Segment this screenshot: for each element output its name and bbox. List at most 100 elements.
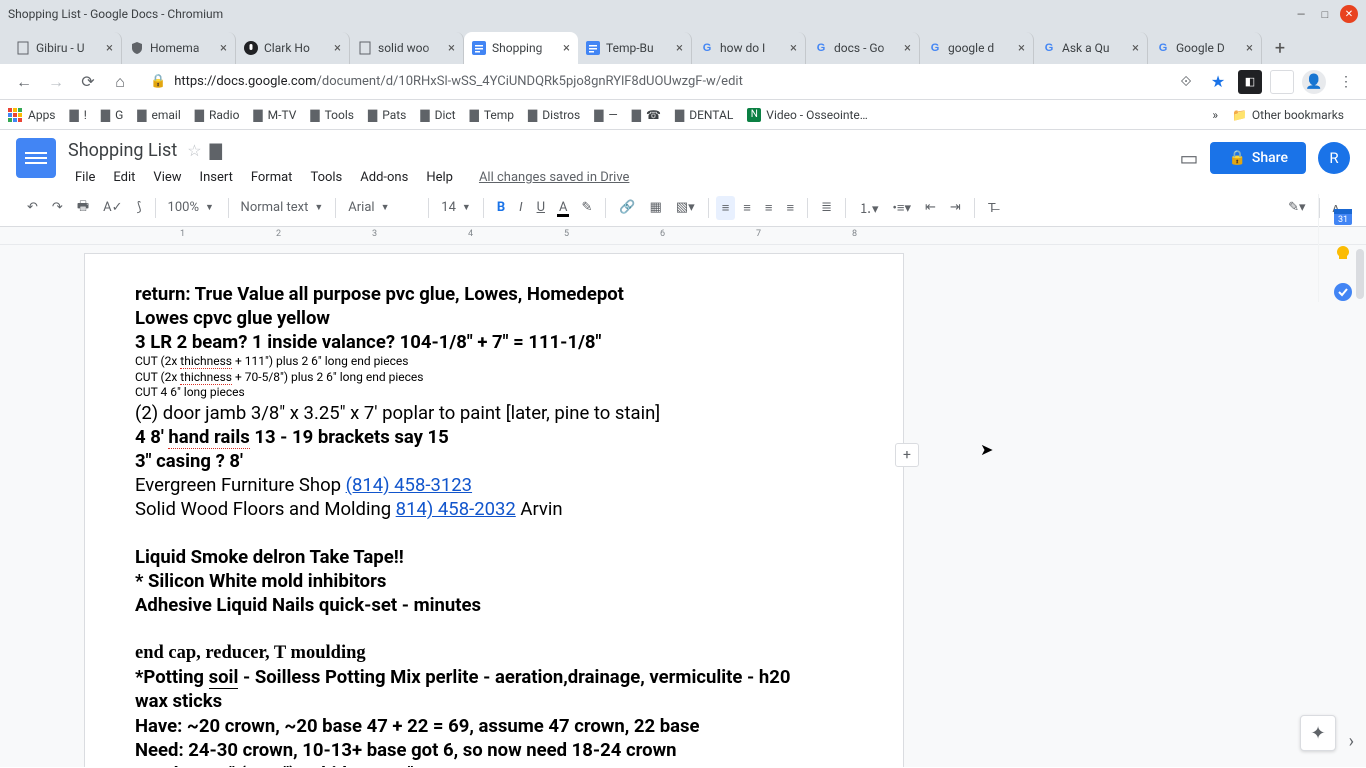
side-panel-collapse-icon[interactable]: › bbox=[1349, 731, 1354, 752]
tab-close-icon[interactable]: × bbox=[334, 41, 341, 56]
browser-tab[interactable]: Homema× bbox=[122, 32, 236, 64]
document-title[interactable]: Shopping List bbox=[68, 140, 177, 161]
profile-icon[interactable]: 👤 bbox=[1302, 70, 1326, 94]
keep-icon[interactable] bbox=[1333, 244, 1353, 264]
move-folder-icon[interactable]: ▇ bbox=[210, 141, 222, 160]
numbered-list-button[interactable]: ⒈▾ bbox=[853, 194, 885, 221]
home-button[interactable]: ⌂ bbox=[106, 68, 134, 96]
bookmark-item[interactable]: ▇Radio bbox=[195, 108, 240, 122]
redo-button[interactable]: ↷ bbox=[46, 196, 69, 219]
window-minimize-button[interactable]: — bbox=[1292, 5, 1310, 23]
save-status[interactable]: All changes saved in Drive bbox=[472, 166, 637, 189]
insert-comment-button[interactable]: ▦ bbox=[644, 196, 668, 219]
bookmark-item[interactable]: ▇Distros bbox=[528, 108, 580, 122]
menu-insert[interactable]: Insert bbox=[193, 166, 240, 189]
tab-close-icon[interactable]: × bbox=[448, 41, 455, 56]
bookmark-item[interactable]: ▇DENTAL bbox=[675, 108, 733, 122]
translate-icon[interactable]: ⟐ bbox=[1174, 70, 1198, 94]
calendar-icon[interactable]: 31 bbox=[1333, 206, 1353, 226]
align-justify-button[interactable]: ≡ bbox=[780, 196, 800, 220]
bookmark-item[interactable]: ▇— bbox=[594, 108, 618, 122]
menu-add-ons[interactable]: Add-ons bbox=[353, 166, 415, 189]
star-icon[interactable]: ☆ bbox=[187, 141, 201, 160]
docs-logo-icon[interactable] bbox=[16, 138, 56, 178]
browser-tab[interactable]: GAsk a Qu× bbox=[1034, 32, 1148, 64]
menu-view[interactable]: View bbox=[146, 166, 188, 189]
align-left-button[interactable]: ≡ bbox=[716, 196, 736, 220]
browser-tab[interactable]: Gibiru - U× bbox=[8, 32, 122, 64]
comments-icon[interactable]: ▭ bbox=[1180, 146, 1199, 170]
ruler[interactable]: 12345678 bbox=[0, 227, 1366, 245]
bookmark-video[interactable]: NVideo - Osseointe… bbox=[747, 108, 868, 122]
other-bookmarks[interactable]: 📁Other bookmarks bbox=[1232, 108, 1344, 122]
reload-button[interactable]: ⟳ bbox=[74, 68, 102, 96]
font-size-select[interactable]: 14▼ bbox=[435, 196, 477, 219]
bookmark-item[interactable]: ▇☎ bbox=[632, 108, 661, 122]
undo-button[interactable]: ↶ bbox=[21, 196, 44, 219]
window-close-button[interactable]: ✕ bbox=[1340, 5, 1358, 23]
back-button[interactable]: ← bbox=[10, 68, 38, 96]
forward-button[interactable]: → bbox=[42, 68, 70, 96]
explore-button[interactable]: ✦ bbox=[1300, 715, 1336, 751]
phone-link[interactable]: 814) 458-2032 bbox=[396, 498, 516, 520]
bookmark-item[interactable]: ▇email bbox=[137, 108, 180, 122]
bookmark-item[interactable]: ▇Tools bbox=[310, 108, 354, 122]
bookmark-item[interactable]: ▇Pats bbox=[368, 108, 406, 122]
add-comment-button[interactable]: + bbox=[895, 443, 919, 467]
browser-tab[interactable]: Gdocs - Go× bbox=[806, 32, 920, 64]
bookmarks-overflow[interactable]: » bbox=[1212, 108, 1218, 122]
tab-close-icon[interactable]: × bbox=[1132, 41, 1139, 56]
extension-icon-2[interactable] bbox=[1270, 70, 1294, 94]
extension-icon[interactable]: ◧ bbox=[1238, 70, 1262, 94]
bookmark-item[interactable]: ▇Temp bbox=[470, 108, 514, 122]
browser-tab[interactable]: solid woo× bbox=[350, 32, 464, 64]
browser-menu-icon[interactable]: ⋮ bbox=[1334, 70, 1358, 94]
insert-image-button[interactable]: ▧▾ bbox=[670, 196, 701, 219]
bulleted-list-button[interactable]: •≡▾ bbox=[887, 196, 918, 220]
paint-format-button[interactable]: ⟆ bbox=[130, 196, 147, 219]
menu-file[interactable]: File bbox=[68, 166, 102, 189]
tab-close-icon[interactable]: × bbox=[220, 41, 227, 56]
apps-button[interactable]: Apps bbox=[8, 108, 56, 122]
new-tab-button[interactable]: + bbox=[1266, 34, 1294, 62]
spellcheck-button[interactable]: A✓ bbox=[97, 196, 128, 219]
align-center-button[interactable]: ≡ bbox=[737, 196, 757, 220]
phone-link[interactable]: (814) 458-3123 bbox=[346, 474, 472, 496]
italic-button[interactable]: I bbox=[513, 196, 528, 219]
line-spacing-button[interactable]: ≣ bbox=[815, 196, 838, 219]
clear-formatting-button[interactable]: T̶ bbox=[982, 196, 1002, 220]
tasks-icon[interactable] bbox=[1333, 282, 1353, 302]
bookmark-item[interactable]: ▇! bbox=[70, 108, 87, 122]
browser-tab[interactable]: Shopping× bbox=[464, 32, 578, 64]
vertical-scrollbar[interactable] bbox=[1352, 245, 1366, 767]
tab-close-icon[interactable]: × bbox=[790, 41, 797, 56]
menu-format[interactable]: Format bbox=[244, 166, 300, 189]
tab-close-icon[interactable]: × bbox=[106, 41, 113, 56]
underline-button[interactable]: U bbox=[531, 196, 551, 219]
share-button[interactable]: 🔒Share bbox=[1210, 142, 1306, 174]
align-right-button[interactable]: ≡ bbox=[759, 196, 779, 220]
bookmark-star-icon[interactable]: ★ bbox=[1206, 70, 1230, 94]
browser-tab[interactable]: GGoogle D× bbox=[1148, 32, 1262, 64]
browser-tab[interactable]: Clark Ho× bbox=[236, 32, 350, 64]
print-button[interactable]: 🖶 bbox=[71, 193, 95, 223]
bookmark-item[interactable]: ▇G bbox=[101, 108, 123, 122]
font-family-select[interactable]: Arial▼ bbox=[342, 196, 422, 219]
tab-close-icon[interactable]: × bbox=[1018, 41, 1025, 56]
text-color-button[interactable]: A bbox=[553, 196, 573, 219]
tab-close-icon[interactable]: × bbox=[904, 41, 911, 56]
account-avatar[interactable]: R bbox=[1318, 142, 1350, 174]
menu-tools[interactable]: Tools bbox=[303, 166, 349, 189]
browser-tab[interactable]: Ghow do I× bbox=[692, 32, 806, 64]
window-maximize-button[interactable]: □ bbox=[1316, 5, 1334, 23]
address-bar[interactable]: 🔒 https://docs.google.com/document/d/10R… bbox=[142, 68, 1160, 96]
tab-close-icon[interactable]: × bbox=[676, 41, 683, 56]
browser-tab[interactable]: Ggoogle d× bbox=[920, 32, 1034, 64]
tab-close-icon[interactable]: × bbox=[1246, 41, 1253, 56]
tab-close-icon[interactable]: × bbox=[563, 41, 570, 56]
document-page[interactable]: return: True Value all purpose pvc glue,… bbox=[84, 253, 904, 767]
menu-edit[interactable]: Edit bbox=[106, 166, 142, 189]
zoom-select[interactable]: 100%▼ bbox=[162, 196, 222, 219]
editing-mode-button[interactable]: ✎▾ bbox=[1282, 196, 1311, 219]
decrease-indent-button[interactable]: ⇤ bbox=[919, 196, 942, 219]
